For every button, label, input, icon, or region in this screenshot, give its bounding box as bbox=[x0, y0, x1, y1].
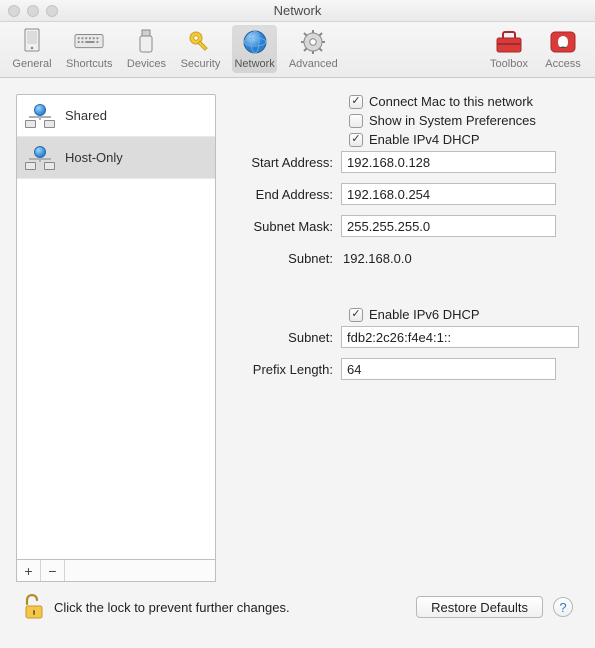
sidebar: Shared Host-Only + − bbox=[16, 94, 216, 582]
zoom-window-button[interactable] bbox=[46, 5, 58, 17]
window-controls bbox=[8, 5, 58, 17]
add-network-button[interactable]: + bbox=[17, 560, 41, 581]
toolbar-label: Shortcuts bbox=[66, 58, 112, 71]
toolbox-icon bbox=[494, 27, 524, 57]
toolbar-label: Toolbox bbox=[490, 58, 528, 71]
enable-ipv6-dhcp-checkbox[interactable] bbox=[349, 308, 363, 322]
content: Shared Host-Only + − bbox=[0, 78, 595, 648]
end-address-label: End Address: bbox=[226, 187, 341, 202]
sidebar-item-hostonly[interactable]: Host-Only bbox=[17, 137, 215, 179]
restore-defaults-button[interactable]: Restore Defaults bbox=[416, 596, 543, 618]
connect-mac-label: Connect Mac to this network bbox=[369, 94, 533, 109]
sidebar-item-shared[interactable]: Shared bbox=[17, 95, 215, 137]
network-hostonly-icon bbox=[25, 146, 55, 170]
enable-ipv6-dhcp-label: Enable IPv6 DHCP bbox=[369, 307, 480, 322]
toolbar-label: Access bbox=[545, 58, 580, 71]
gear-icon bbox=[298, 27, 328, 57]
toolbar-advanced[interactable]: Advanced bbox=[287, 25, 340, 73]
toolbar-label: Network bbox=[234, 58, 274, 71]
key-icon bbox=[185, 27, 215, 57]
help-button[interactable]: ? bbox=[553, 597, 573, 617]
sidebar-footer: + − bbox=[16, 560, 216, 582]
prefix-length-label: Prefix Length: bbox=[226, 362, 341, 377]
toolbar-general[interactable]: General bbox=[10, 25, 54, 73]
toolbar: General Shortcuts Devices Security Netwo… bbox=[0, 22, 595, 78]
toolbar-label: Security bbox=[181, 58, 221, 71]
toolbar-security[interactable]: Security bbox=[178, 25, 222, 73]
minimize-window-button[interactable] bbox=[27, 5, 39, 17]
access-icon bbox=[548, 27, 578, 57]
toolbar-network[interactable]: Network bbox=[232, 25, 276, 73]
start-address-input[interactable] bbox=[341, 151, 556, 173]
window-title: Network bbox=[0, 3, 595, 18]
enable-ipv4-dhcp-label: Enable IPv4 DHCP bbox=[369, 132, 480, 147]
toolbar-devices[interactable]: Devices bbox=[124, 25, 168, 73]
usb-icon bbox=[131, 27, 161, 57]
toolbar-label: General bbox=[12, 58, 51, 71]
start-address-label: Start Address: bbox=[226, 155, 341, 170]
toolbar-label: Devices bbox=[127, 58, 166, 71]
toolbar-shortcuts[interactable]: Shortcuts bbox=[64, 25, 114, 73]
keyboard-icon bbox=[74, 27, 104, 57]
network-shared-icon bbox=[25, 104, 55, 128]
close-window-button[interactable] bbox=[8, 5, 20, 17]
toolbar-access[interactable]: Access bbox=[541, 25, 585, 73]
subnet-value: 192.168.0.0 bbox=[341, 251, 412, 266]
show-sysprefs-checkbox[interactable] bbox=[349, 114, 363, 128]
remove-network-button[interactable]: − bbox=[41, 560, 65, 581]
general-icon bbox=[17, 27, 47, 57]
globe-icon bbox=[240, 27, 270, 57]
subnet6-input[interactable] bbox=[341, 326, 579, 348]
subnet-mask-input[interactable] bbox=[341, 215, 556, 237]
show-sysprefs-label: Show in System Preferences bbox=[369, 113, 536, 128]
subnet6-label: Subnet: bbox=[226, 330, 341, 345]
subnet-label: Subnet: bbox=[226, 251, 341, 266]
end-address-input[interactable] bbox=[341, 183, 556, 205]
connect-mac-checkbox[interactable] bbox=[349, 95, 363, 109]
detail-panel: Connect Mac to this network Show in Syst… bbox=[216, 94, 579, 582]
lock-icon[interactable] bbox=[22, 594, 46, 620]
footer: Click the lock to prevent further change… bbox=[16, 582, 579, 632]
titlebar: Network bbox=[0, 0, 595, 22]
lock-text: Click the lock to prevent further change… bbox=[54, 600, 290, 615]
toolbar-label: Advanced bbox=[289, 58, 338, 71]
prefix-length-input[interactable] bbox=[341, 358, 556, 380]
enable-ipv4-dhcp-checkbox[interactable] bbox=[349, 133, 363, 147]
toolbar-toolbox[interactable]: Toolbox bbox=[487, 25, 531, 73]
subnet-mask-label: Subnet Mask: bbox=[226, 219, 341, 234]
sidebar-item-label: Host-Only bbox=[65, 150, 123, 165]
sidebar-item-label: Shared bbox=[65, 108, 107, 123]
